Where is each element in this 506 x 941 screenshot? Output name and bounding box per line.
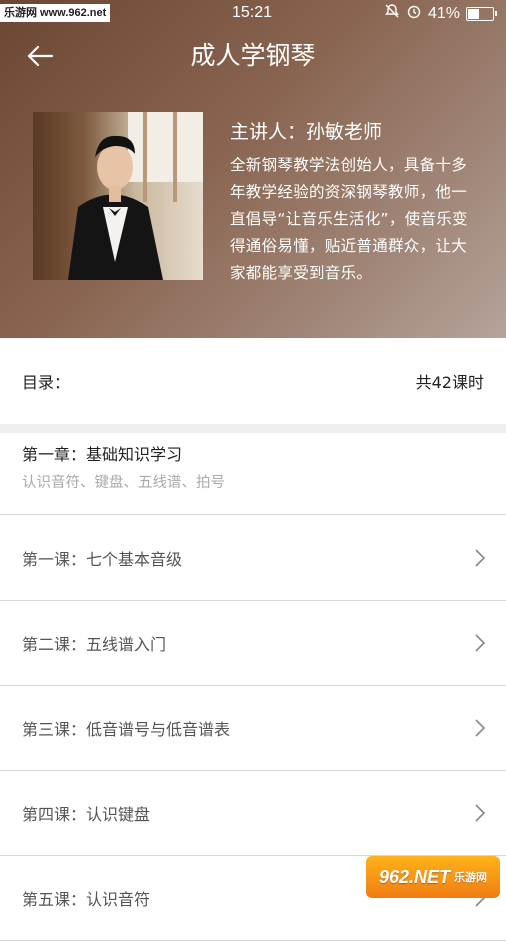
presenter-name: 主讲人：孙敏老师 xyxy=(230,121,383,143)
chevron-right-icon xyxy=(475,549,486,567)
alarm-clock-icon xyxy=(406,3,422,24)
watermark-main-text: 962.NET xyxy=(378,866,451,887)
page-title: 成人学钢琴 xyxy=(190,41,316,70)
lesson-label: 第五课：认识音符 xyxy=(22,890,151,909)
status-indicators: 41% xyxy=(384,3,497,24)
lesson-label: 第四课：认识键盘 xyxy=(22,805,151,824)
watermark-sub-text: 乐游网 xyxy=(454,872,488,884)
chapter-title: 第一章：基础知识学习 xyxy=(22,445,183,464)
list-item[interactable]: 第四课：认识键盘 xyxy=(0,771,506,856)
chapter-header: 第一章：基础知识学习 认识音符、键盘、五线谱、拍号 xyxy=(0,433,506,515)
lesson-count: 共42课时 xyxy=(415,373,484,392)
chevron-right-icon xyxy=(475,634,486,652)
battery-percent: 41% xyxy=(427,4,460,22)
mute-bell-icon xyxy=(384,3,400,24)
list-item[interactable]: 第三课：低音谱号与低音谱表 xyxy=(0,686,506,771)
teacher-photo xyxy=(33,112,203,280)
lesson-label: 第一课：七个基本音级 xyxy=(22,550,183,569)
battery-icon xyxy=(466,6,497,21)
lesson-label: 第二课：五线谱入门 xyxy=(22,635,167,654)
course-description: 全新钢琴教学法创始人，具备十多年教学经验的资深钢琴教师，他一直倡导“让音乐生活化… xyxy=(230,156,468,282)
status-time: 15:21 xyxy=(232,4,273,21)
course-header: 乐游网 www.962.net 15:21 41% 成人学钢琴 主讲人：孙敏老师… xyxy=(0,0,506,338)
table-of-contents-header: 目录： 共42课时 xyxy=(0,338,506,424)
section-divider xyxy=(0,424,506,433)
toc-label: 目录： xyxy=(22,373,71,392)
watermark-top-left: 乐游网 www.962.net xyxy=(0,4,111,22)
list-item[interactable]: 第二课：五线谱入门 xyxy=(0,601,506,686)
chevron-right-icon xyxy=(475,719,486,737)
chapter-subtitle: 认识音符、键盘、五线谱、拍号 xyxy=(22,475,225,491)
lesson-label: 第三课：低音谱号与低音谱表 xyxy=(22,720,231,739)
chevron-right-icon xyxy=(475,804,486,822)
watermark-bottom-right: 962.NET 乐游网 xyxy=(366,856,500,898)
list-item[interactable]: 第一课：七个基本音级 xyxy=(0,516,506,601)
